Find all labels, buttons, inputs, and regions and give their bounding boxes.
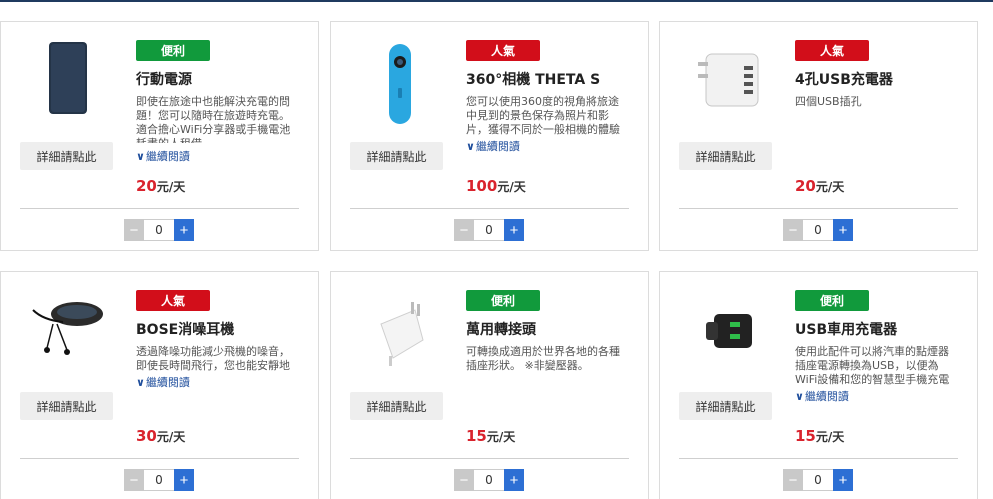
- price-unit: 元/天: [156, 430, 186, 444]
- product-name: 4孔USB充電器: [795, 72, 893, 88]
- car-charger-icon: [682, 288, 772, 398]
- price: 20元/天: [136, 176, 185, 195]
- quantity-stepper: − 0 +: [124, 469, 194, 491]
- quantity-field[interactable]: 0: [474, 469, 504, 491]
- badge: 便利: [136, 40, 210, 61]
- price-unit: 元/天: [815, 430, 845, 444]
- price-value: 20: [795, 177, 816, 195]
- decrease-button[interactable]: −: [454, 469, 474, 491]
- price-value: 20: [136, 177, 157, 195]
- badge: 人氣: [795, 40, 869, 61]
- price: 15元/天: [795, 426, 844, 445]
- increase-button[interactable]: +: [833, 219, 853, 241]
- headphones-icon: [23, 288, 113, 398]
- quantity-stepper: − 0 +: [783, 469, 853, 491]
- product-card: 便利 行動電源 即使在旅途中也能解決充電的問題！您可以隨時在旅遊時充電。適合擔心…: [0, 21, 319, 251]
- increase-button[interactable]: +: [504, 469, 524, 491]
- product-description: 您可以使用360度的視角將旅途中見到的景色保存為照片和影片，獲得不同於一般相機的…: [466, 95, 620, 135]
- usb-charger-icon: [682, 38, 772, 148]
- card-divider: [679, 208, 958, 209]
- read-more-label: 繼續閱讀: [145, 150, 190, 163]
- read-more-label: 繼續閱讀: [145, 376, 190, 389]
- chevron-down-icon: ∨: [795, 390, 804, 403]
- read-more-link[interactable]: ∨繼續閱讀: [795, 389, 915, 404]
- chevron-down-icon: ∨: [136, 376, 145, 389]
- decrease-button[interactable]: −: [783, 469, 803, 491]
- price-value: 15: [795, 427, 816, 445]
- quantity-stepper: − 0 +: [454, 469, 524, 491]
- header-divider: [0, 0, 993, 2]
- read-more-link[interactable]: ∨繼續閱讀: [136, 149, 256, 164]
- product-name: BOSE消噪耳機: [136, 322, 235, 338]
- decrease-button[interactable]: −: [454, 219, 474, 241]
- card-divider: [350, 208, 629, 209]
- read-more-link[interactable]: ∨繼續閱讀: [466, 139, 586, 154]
- product-description: 四個USB插孔: [795, 95, 862, 108]
- badge: 人氣: [136, 290, 210, 311]
- product-name: USB車用充電器: [795, 322, 898, 338]
- card-divider: [679, 458, 958, 459]
- badge: 人氣: [466, 40, 540, 61]
- increase-button[interactable]: +: [174, 469, 194, 491]
- product-name: 萬用轉接頭: [466, 322, 536, 338]
- detail-button[interactable]: 詳細請點此: [679, 392, 772, 420]
- quantity-field[interactable]: 0: [144, 469, 174, 491]
- decrease-button[interactable]: −: [124, 219, 144, 241]
- decrease-button[interactable]: −: [124, 469, 144, 491]
- detail-button[interactable]: 詳細請點此: [350, 142, 443, 170]
- quantity-field[interactable]: 0: [803, 219, 833, 241]
- detail-button[interactable]: 詳細請點此: [20, 142, 113, 170]
- product-card: 人氣 4孔USB充電器 四個USB插孔 詳細請點此 20元/天 − 0 +: [659, 21, 978, 251]
- power-bank-icon: [23, 38, 113, 148]
- product-card: 便利 USB車用充電器 使用此配件可以將汽車的點煙器插座電源轉換為USB，以便為…: [659, 271, 978, 499]
- chevron-down-icon: ∨: [466, 140, 475, 153]
- price-value: 100: [466, 177, 498, 195]
- decrease-button[interactable]: −: [783, 219, 803, 241]
- card-divider: [20, 208, 299, 209]
- chevron-down-icon: ∨: [136, 150, 145, 163]
- price: 100元/天: [466, 176, 526, 195]
- badge: 便利: [795, 290, 869, 311]
- quantity-field[interactable]: 0: [474, 219, 504, 241]
- read-more-label: 繼續閱讀: [475, 140, 520, 153]
- price: 30元/天: [136, 426, 185, 445]
- increase-button[interactable]: +: [174, 219, 194, 241]
- product-description: 可轉換成適用於世界各地的各種插座形狀。 ※非變壓器。: [466, 345, 620, 372]
- product-card: 便利 萬用轉接頭 可轉換成適用於世界各地的各種插座形狀。 ※非變壓器。 詳細請點…: [330, 271, 649, 499]
- price: 20元/天: [795, 176, 844, 195]
- product-description: 透過降噪功能減少飛機的噪音，即使長時間飛行，您也能安靜地享受旅程: [136, 345, 290, 372]
- quantity-stepper: − 0 +: [783, 219, 853, 241]
- increase-button[interactable]: +: [504, 219, 524, 241]
- price: 15元/天: [466, 426, 515, 445]
- detail-button[interactable]: 詳細請點此: [350, 392, 443, 420]
- quantity-field[interactable]: 0: [144, 219, 174, 241]
- product-card: 人氣 BOSE消噪耳機 透過降噪功能減少飛機的噪音，即使長時間飛行，您也能安靜地…: [0, 271, 319, 499]
- product-description: 使用此配件可以將汽車的點煙器插座電源轉換為USB，以便為WiFi設備和您的智慧型…: [795, 345, 950, 385]
- price-unit: 元/天: [815, 180, 845, 194]
- card-divider: [350, 458, 629, 459]
- badge: 便利: [466, 290, 540, 311]
- read-more-link[interactable]: ∨繼續閱讀: [136, 375, 256, 390]
- product-name: 行動電源: [136, 72, 192, 88]
- card-divider: [20, 458, 299, 459]
- plug-adapter-icon: [353, 288, 443, 398]
- camera-360-icon: [353, 38, 443, 148]
- increase-button[interactable]: +: [833, 469, 853, 491]
- price-value: 15: [466, 427, 487, 445]
- quantity-stepper: − 0 +: [454, 219, 524, 241]
- price-unit: 元/天: [156, 180, 186, 194]
- price-value: 30: [136, 427, 157, 445]
- quantity-field[interactable]: 0: [803, 469, 833, 491]
- product-description: 即使在旅途中也能解決充電的問題！您可以隨時在旅遊時充電。適合擔心WiFi分享器或…: [136, 95, 291, 143]
- read-more-label: 繼續閱讀: [804, 390, 849, 403]
- price-unit: 元/天: [486, 430, 516, 444]
- detail-button[interactable]: 詳細請點此: [20, 392, 113, 420]
- detail-button[interactable]: 詳細請點此: [679, 142, 772, 170]
- product-name: 360°相機 THETA S: [466, 72, 601, 88]
- price-unit: 元/天: [497, 180, 526, 194]
- product-card: 人氣 360°相機 THETA S 您可以使用360度的視角將旅途中見到的景色保…: [330, 21, 649, 251]
- quantity-stepper: − 0 +: [124, 219, 194, 241]
